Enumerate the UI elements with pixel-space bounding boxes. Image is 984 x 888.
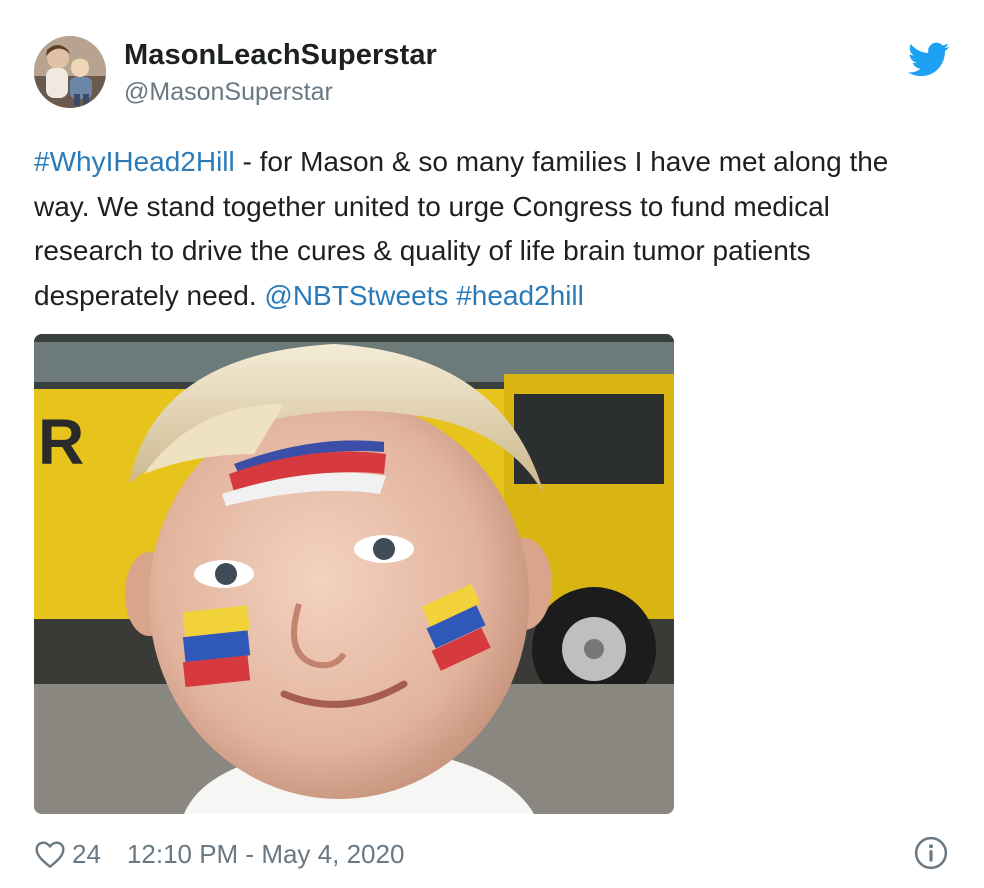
tweet-photo[interactable]: R [34, 334, 674, 814]
author-display-name[interactable]: MasonLeachSuperstar [124, 36, 437, 74]
tweet-text: #WhyIHead2Hill - for Mason & so many fam… [34, 140, 934, 318]
svg-text:R: R [38, 406, 84, 478]
tweet-footer: 24 12:10 PM - May 4, 2020 [34, 836, 404, 872]
twitter-bird-icon[interactable] [908, 42, 950, 78]
hashtag-head2hill[interactable]: #head2hill [456, 280, 584, 311]
mention-nbtstweets[interactable]: @NBTStweets [264, 280, 448, 311]
avatar[interactable] [34, 36, 106, 108]
author-handle[interactable]: @MasonSuperstar [124, 75, 437, 109]
hashtag-whyihead2hill[interactable]: #WhyIHead2Hill [34, 146, 235, 177]
author-info: MasonLeachSuperstar @MasonSuperstar [124, 36, 437, 109]
heart-icon[interactable] [34, 839, 66, 869]
info-icon[interactable] [914, 836, 948, 870]
avatar-image [34, 36, 106, 108]
photo-boy-face-paint: R [34, 334, 674, 814]
like-count[interactable]: 24 [72, 839, 101, 870]
tweet-timestamp[interactable]: 12:10 PM - May 4, 2020 [127, 839, 404, 870]
tweet-card: MasonLeachSuperstar @MasonSuperstar #Why… [0, 0, 984, 888]
